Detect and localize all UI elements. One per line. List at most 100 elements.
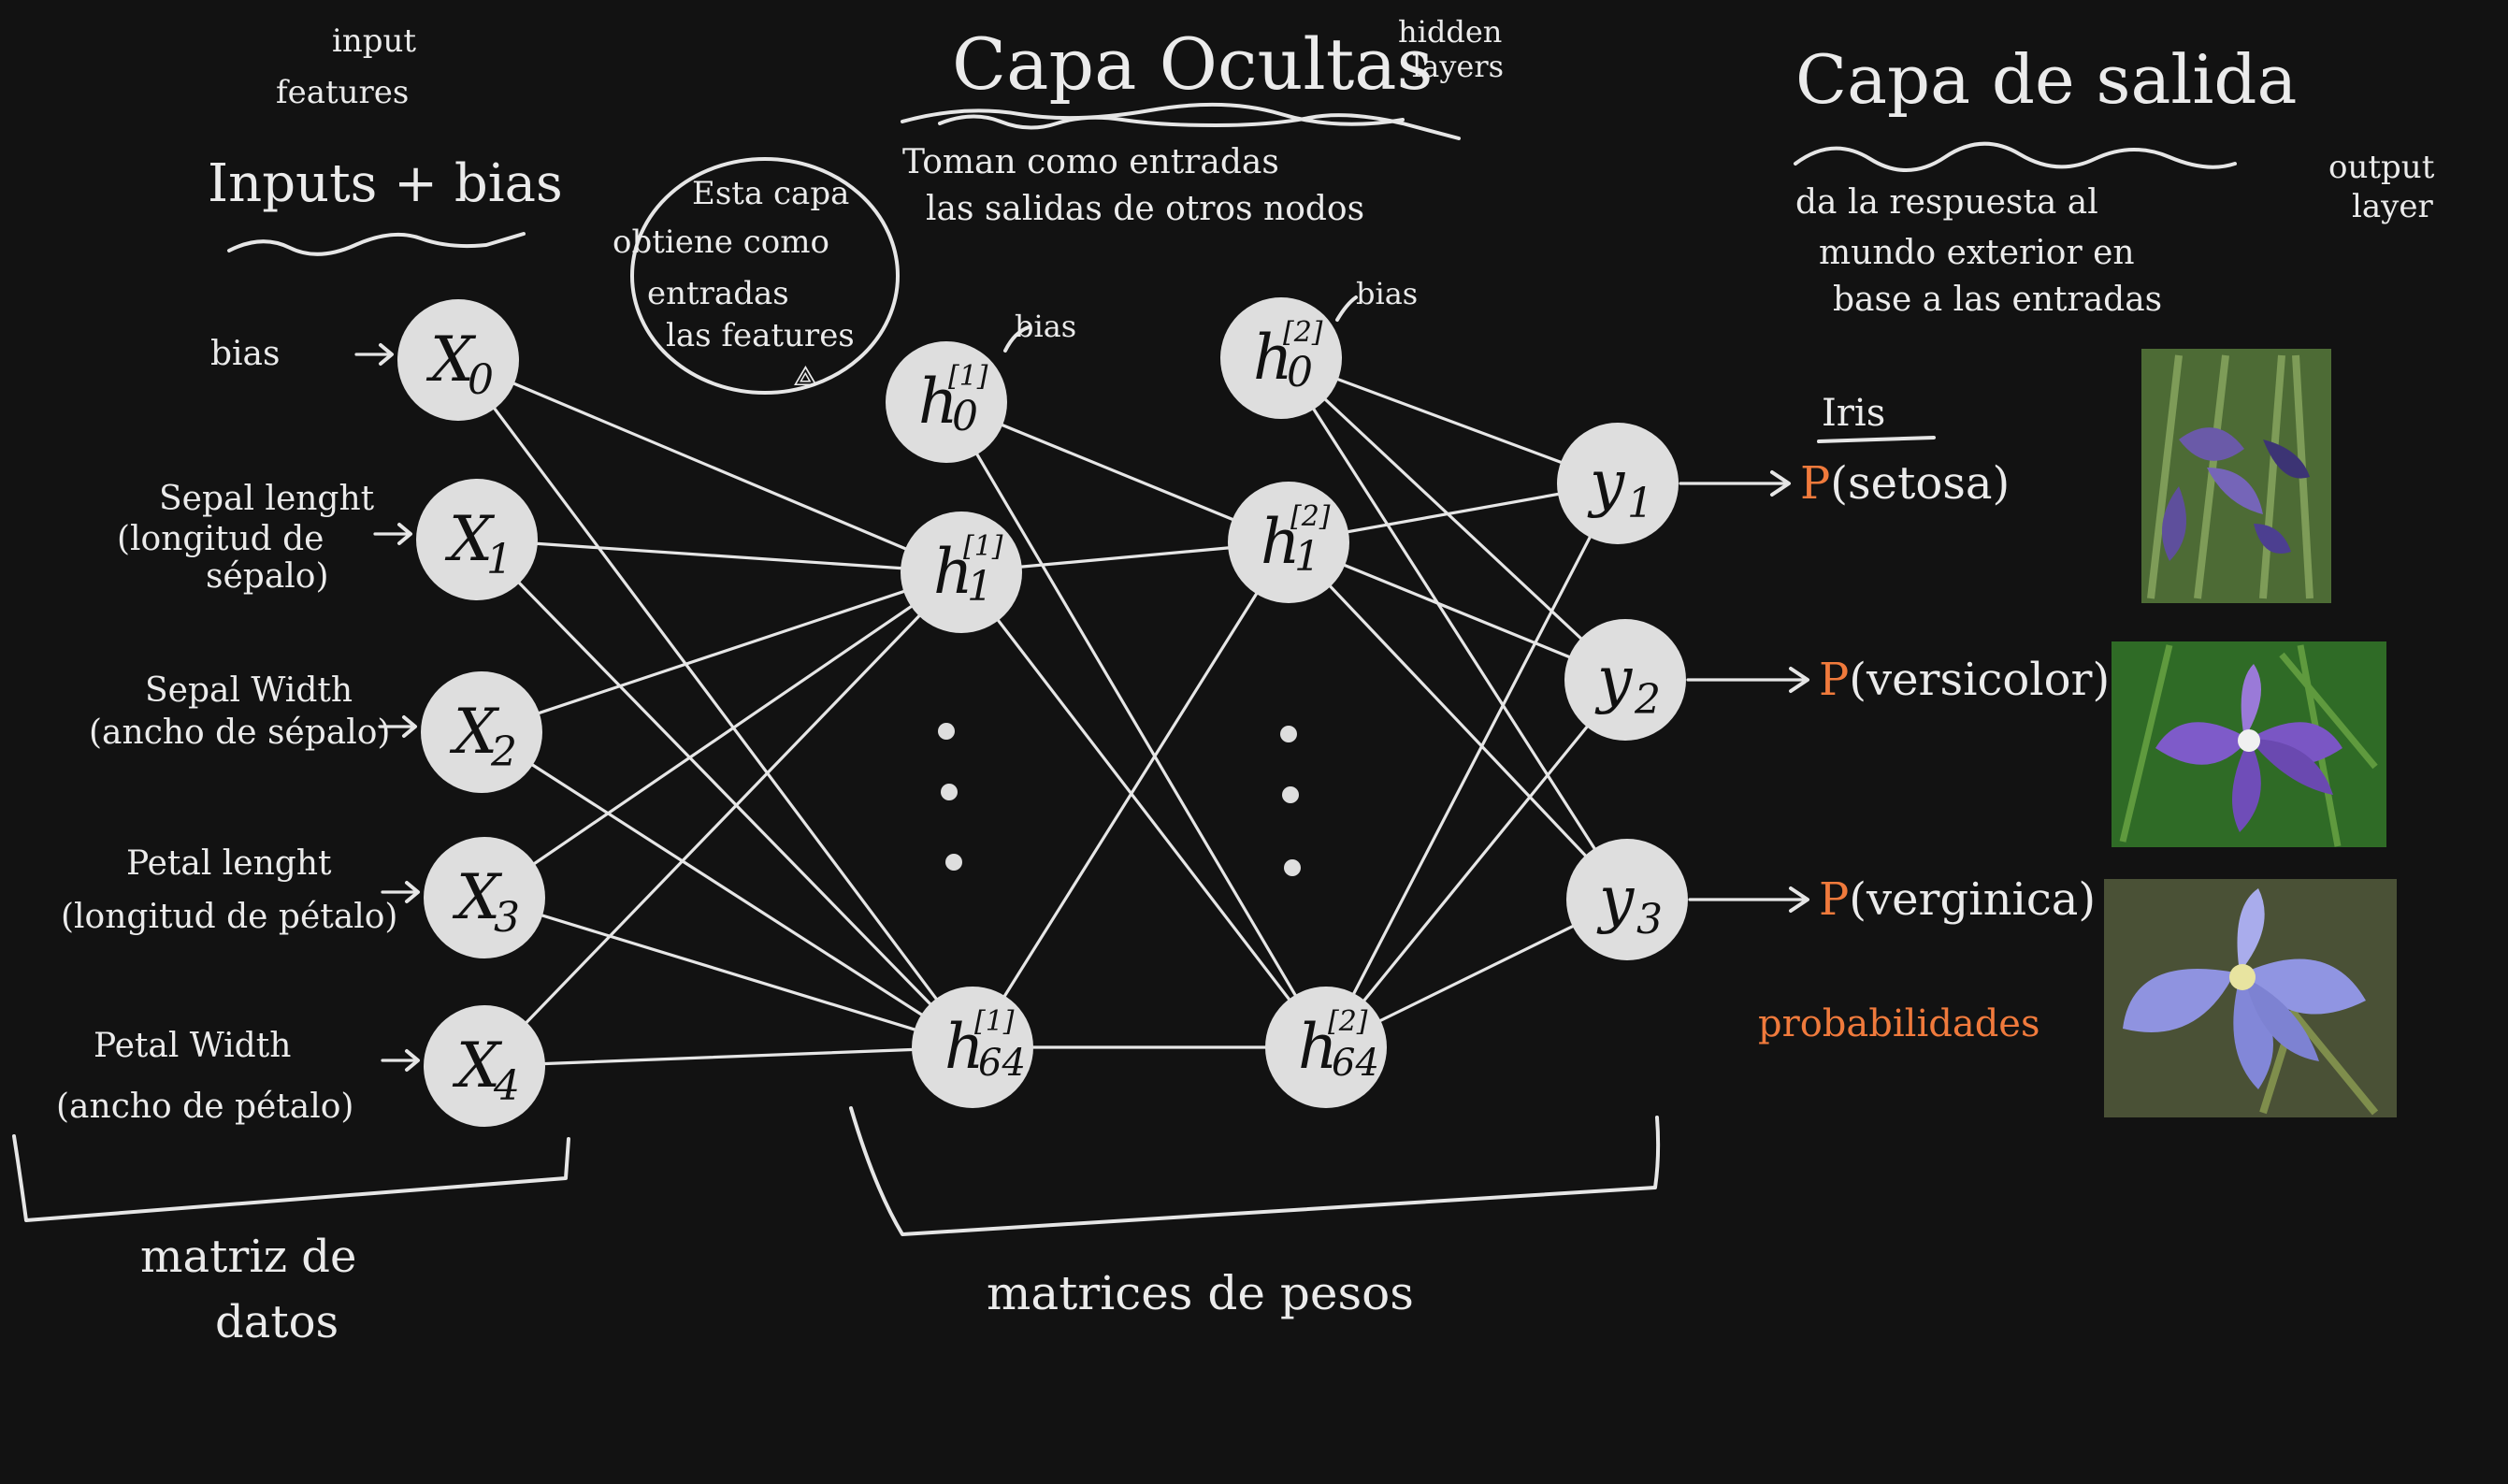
prob-label-y3: P(verginica) (1819, 873, 2096, 926)
hidden-desc-2: las salidas de otros nodos (926, 190, 1364, 228)
hidden-layers-note-1: hidden (1398, 14, 1502, 50)
bias-h2-label: bias (1356, 276, 1418, 311)
callout-line-3: entradas (647, 275, 789, 312)
input-node-x0-subscript: 0 (468, 356, 494, 404)
output-layer-note-1: output (2328, 149, 2435, 186)
output-node-y3-subscript: 3 (1636, 896, 1663, 944)
input-node-x3: X3 (424, 837, 545, 958)
input-label-x1-line1: (longitud de (117, 520, 324, 558)
hidden1-node-h64-subscript: 64 (978, 1042, 1026, 1085)
edge-h22-y0 (1324, 482, 1620, 1049)
hidden1-node-h1: h[1]1 (901, 511, 1022, 633)
input-label-x0-line0: bias (210, 335, 281, 373)
hidden1-node-h0-superscript: [1] (948, 360, 988, 393)
hidden1-ellipsis (938, 723, 962, 871)
input-label-x1-line2: sépalo) (206, 557, 329, 596)
data-matrix-bracket (12, 1134, 570, 1222)
output-underline (1794, 141, 2237, 172)
input-label-x4-line0: Petal Width (94, 1027, 291, 1065)
output-arrows: P(setosa) P(versicolor) P(verginica) (1679, 457, 2110, 926)
weights-matrix-label: matrices de pesos (987, 1266, 1414, 1320)
edge-x1-h11 (475, 538, 963, 574)
hidden2-node-h0: h[2]0 (1220, 297, 1342, 419)
input-node-x4: X4 (424, 1005, 545, 1127)
hidden-layers-note-2: layers (1412, 49, 1504, 84)
input-labels: bias Sepal lenght(longitud desépalo) Sepal… (56, 335, 420, 1126)
data-matrix-label-1: matriz de (140, 1231, 356, 1283)
callout-signature: ⟁ (793, 360, 818, 393)
edge-h12-h21 (971, 540, 1290, 1049)
input-node-x2-subscript: 2 (490, 728, 517, 776)
edge-x4-h11 (483, 570, 963, 1068)
hidden2-ellipsis (1280, 726, 1301, 876)
output-node-y3-symbol: y (1596, 863, 1635, 935)
output-desc-2: mundo exterior en (1819, 234, 2135, 272)
input-node-x1-subscript: 1 (486, 536, 512, 584)
connections (456, 295, 1629, 1068)
hidden2-node-h0-superscript: [2] (1283, 316, 1323, 349)
nodes: X0 X1 X2 X3 X4 h[1]0 h[1]1 h[1]64 h[2]0 h[2]1 h[2]… (397, 297, 1688, 1127)
output-node-y1-symbol: y (1587, 447, 1625, 519)
input-label-x4-line1: (ancho de pétalo) (56, 1088, 353, 1126)
input-label-x3-line0: Petal lenght (126, 844, 332, 883)
output-node-y1-subscript: 1 (1627, 480, 1653, 527)
edge-x0-h12 (456, 358, 974, 1049)
input-node-x2: X2 (421, 671, 542, 793)
diagram-canvas: { "annotations": { "input_features_note"… (0, 0, 2508, 1484)
hidden-underline-2 (938, 113, 1461, 140)
output-node-y3: y3 (1566, 839, 1688, 960)
input-label-x2-line1: (ancho de sépalo) (89, 713, 390, 752)
prob-label-y2: P(versicolor) (1819, 654, 2110, 706)
output-node-y2-symbol: y (1594, 643, 1633, 715)
weights-matrix-bracket (849, 1106, 1661, 1236)
inputs-underline (227, 232, 526, 256)
edge-h21-y2 (1287, 540, 1629, 901)
input-node-x3-subscript: 3 (494, 894, 520, 942)
input-features-note-1: input (332, 22, 416, 60)
hidden1-node-h64-superscript: [1] (974, 1005, 1015, 1038)
output-desc-1: da la respuesta al (1795, 183, 2098, 222)
hidden2-node-h64-subscript: 64 (1332, 1042, 1379, 1085)
input-node-x1: X1 (416, 479, 538, 600)
input-node-x0: X0 (397, 299, 519, 421)
iris-underline (1817, 436, 1936, 443)
output-node-y2: y2 (1564, 619, 1686, 741)
hidden2-node-h64-superscript: [2] (1328, 1005, 1368, 1038)
probabilities-label: probabilidades (1758, 1002, 2040, 1045)
hidden1-node-h0: h[1]0 (886, 341, 1007, 463)
edge-x4-h12 (483, 1045, 974, 1068)
edge-x2-h12 (480, 730, 974, 1049)
hidden2-node-h64: h[2]64 (1265, 987, 1387, 1108)
output-title: Capa de salida (1795, 40, 2297, 119)
callout-line-4: las features (666, 317, 855, 354)
callout-line-1: Esta capa (692, 175, 849, 212)
edge-x2-h11 (480, 570, 963, 734)
output-desc-3: base a las entradas (1833, 281, 2162, 319)
hidden1-node-h1-superscript: [1] (963, 530, 1003, 563)
output-layer-note-2: layer (2352, 188, 2433, 225)
hidden2-node-h1-superscript: [2] (1290, 500, 1331, 533)
hidden2-node-h1: h[2]1 (1228, 482, 1349, 603)
hidden1-node-h64: h[1]64 (912, 987, 1033, 1108)
iris-virginica-photo (2104, 879, 2397, 1117)
prob-label-y1: P(setosa) (1800, 457, 2010, 510)
inputs-title: Inputs + bias (208, 153, 563, 214)
iris-versicolor-photo (2112, 641, 2386, 847)
input-label-x3-line1: (longitud de pétalo) (61, 898, 397, 936)
output-node-y1: y1 (1557, 423, 1679, 544)
input-label-x1-line0: Sepal lenght (159, 480, 375, 518)
input-node-x4-subscript: 4 (493, 1062, 520, 1110)
iris-label: Iris (1822, 392, 1885, 435)
hidden-title: Capa Ocultas (952, 22, 1434, 106)
neural-network-diagram: X0 X1 X2 X3 X4 h[1]0 h[1]1 h[1]64 h[2]0 h[2]1 h[2]… (12, 14, 2435, 1348)
hidden2-node-h0-subscript: 0 (1287, 349, 1313, 396)
hidden-desc-1: Toman como entradas (902, 143, 1279, 181)
hidden2-node-h1-subscript: 1 (1294, 533, 1320, 581)
hidden1-node-h0-subscript: 0 (952, 393, 978, 440)
bias-h2-pointer (1335, 295, 1358, 322)
iris-setosa-photo (2141, 349, 2331, 603)
callout-line-2: obtiene como (613, 223, 829, 261)
hidden1-node-h1-subscript: 1 (967, 563, 993, 611)
edge-h20-y2 (1279, 356, 1629, 901)
input-label-x2-line0: Sepal Width (145, 671, 353, 710)
